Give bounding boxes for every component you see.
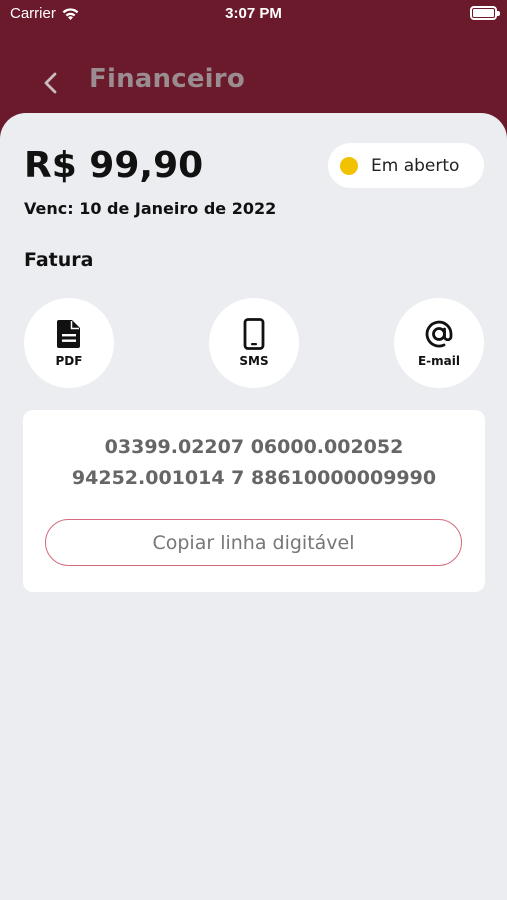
chevron-left-icon xyxy=(44,72,57,94)
status-label: Em aberto xyxy=(371,155,460,176)
clock: 3:07 PM xyxy=(225,5,282,22)
barcode-line: 03399.02207 06000.002052 94252.001014 7 … xyxy=(23,432,485,494)
pdf-button[interactable]: PDF xyxy=(24,298,114,388)
back-button[interactable] xyxy=(34,66,68,100)
battery-icon xyxy=(470,6,500,20)
barcode-card: 03399.02207 06000.002052 94252.001014 7 … xyxy=(23,410,485,592)
header: Financeiro xyxy=(0,52,507,112)
main-content: R$ 99,90 Venc: 10 de Janeiro de 2022 Em … xyxy=(0,113,507,900)
phone-icon xyxy=(243,318,265,350)
barcode-line-1: 03399.02207 06000.002052 xyxy=(104,436,404,458)
sms-button[interactable]: SMS xyxy=(209,298,299,388)
due-date: Venc: 10 de Janeiro de 2022 xyxy=(24,199,277,218)
email-label: E-mail xyxy=(417,354,460,368)
status-dot xyxy=(340,156,358,175)
pdf-label: PDF xyxy=(55,354,83,368)
copy-line-button[interactable]: Copiar linha digitável xyxy=(45,519,462,566)
sms-label: SMS xyxy=(239,354,269,368)
page-title: Financeiro xyxy=(89,64,245,94)
at-sign-icon xyxy=(425,320,453,348)
document-icon xyxy=(57,320,80,348)
section-title: Fatura xyxy=(24,249,94,271)
status-badge: Em aberto xyxy=(328,143,484,188)
barcode-line-2: 94252.001014 7 88610000009990 xyxy=(71,467,437,489)
battery-level xyxy=(473,9,494,17)
status-bar: Carrier 3:07 PM xyxy=(0,0,507,30)
email-button[interactable]: E-mail xyxy=(394,298,484,388)
invoice-amount: R$ 99,90 xyxy=(24,145,204,186)
